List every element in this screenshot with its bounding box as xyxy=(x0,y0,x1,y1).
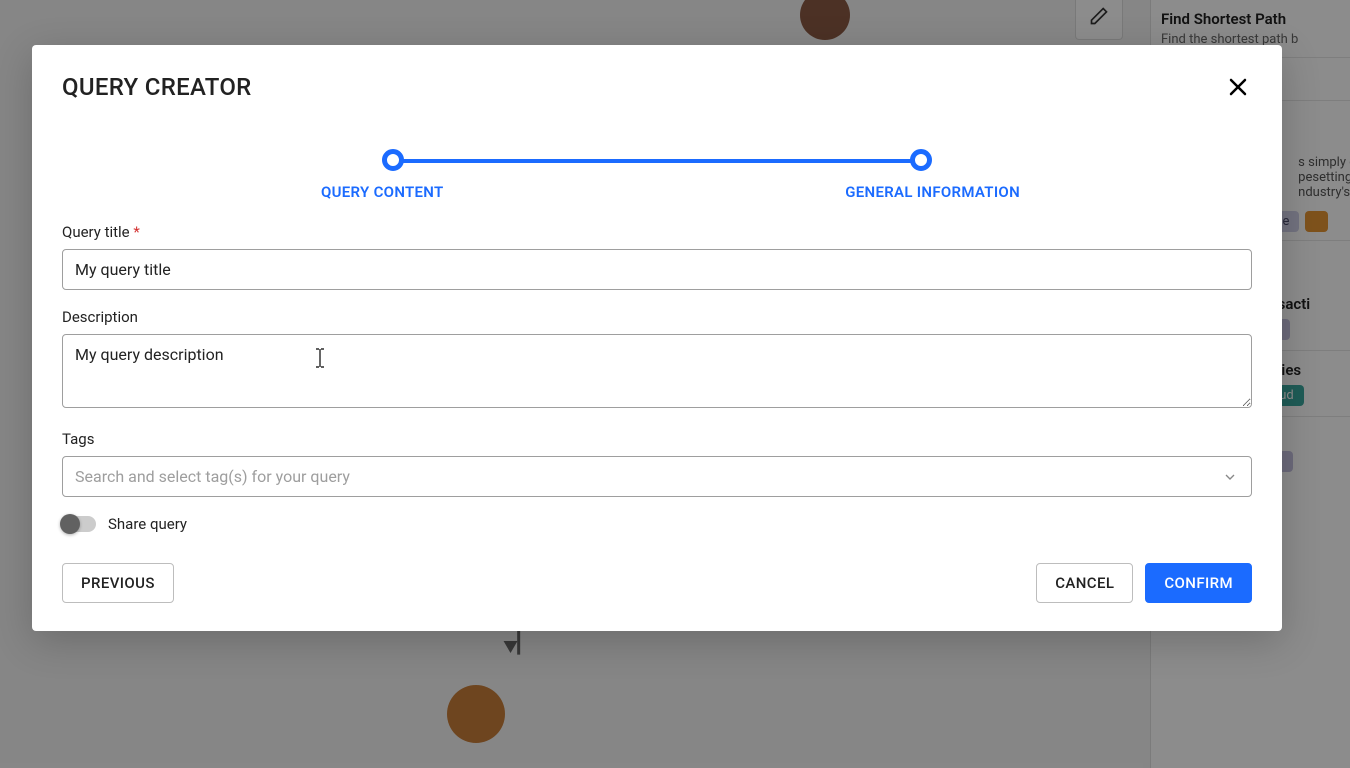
cancel-button[interactable]: CANCEL xyxy=(1036,563,1133,603)
step-label-1: QUERY CONTENT xyxy=(321,183,444,201)
query-creator-modal: QUERY CREATOR QUERY CONTENT GENERAL INFO… xyxy=(32,45,1282,631)
description-label: Description xyxy=(62,308,1252,326)
share-query-toggle[interactable] xyxy=(62,516,96,532)
stepper: QUERY CONTENT GENERAL INFORMATION xyxy=(62,149,1252,209)
modal-title: QUERY CREATOR xyxy=(62,73,252,101)
close-icon xyxy=(1226,75,1250,99)
step-dot-query-content[interactable] xyxy=(382,149,404,171)
step-label-2: GENERAL INFORMATION xyxy=(845,183,1020,201)
close-button[interactable] xyxy=(1224,73,1252,105)
tags-select[interactable]: Search and select tag(s) for your query xyxy=(62,456,1252,497)
description-textarea[interactable] xyxy=(62,334,1252,408)
confirm-button[interactable]: CONFIRM xyxy=(1145,563,1252,603)
tags-label: Tags xyxy=(62,430,1252,448)
query-title-label: Query title * xyxy=(62,223,1252,241)
query-title-input[interactable] xyxy=(62,249,1252,290)
share-query-label: Share query xyxy=(108,515,187,533)
previous-button[interactable]: PREVIOUS xyxy=(62,563,174,603)
toggle-knob xyxy=(60,514,80,534)
step-dot-general-information[interactable] xyxy=(910,149,932,171)
stepper-connector xyxy=(392,159,920,163)
